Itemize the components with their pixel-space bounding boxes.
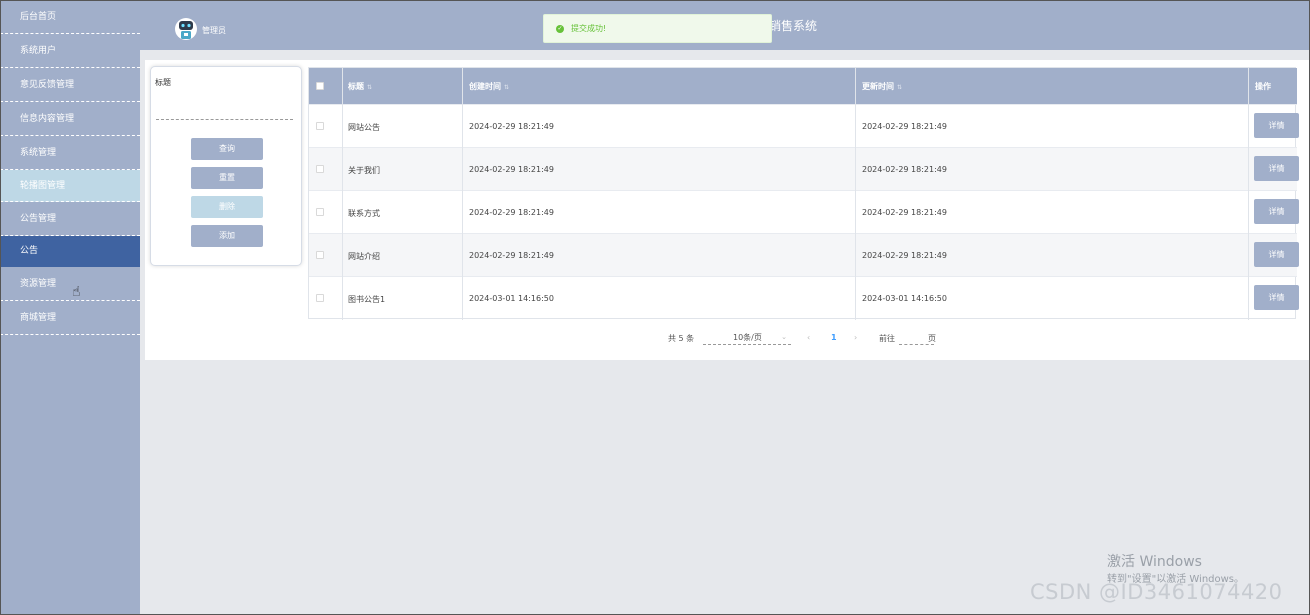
row-created: 2024-02-29 18:21:49 [469, 208, 554, 217]
page-number-current[interactable]: 1 [831, 333, 837, 342]
table-header: 标题 ⇅ 创建时间 ⇅ 更新时间 ⇅ 操作 [309, 68, 1297, 105]
table-row: 联系方式 2024-02-29 18:21:49 2024-02-29 18:2… [309, 190, 1299, 233]
row-created: 2024-03-01 14:16:50 [469, 294, 554, 303]
search-title-label: 标题 [155, 78, 171, 87]
row-checkbox[interactable] [316, 165, 324, 173]
row-checkbox[interactable] [316, 208, 324, 216]
windows-activate-title: 激活 Windows [1107, 554, 1202, 570]
toast-message: 提交成功! [571, 24, 607, 33]
goto-unit: 页 [928, 334, 936, 343]
row-updated: 2024-02-29 18:21:49 [862, 165, 947, 174]
search-card: 标题 查询 重置 删除 添加 [150, 66, 302, 266]
row-title: 网站介绍 [348, 252, 380, 261]
detail-button[interactable]: 详情 [1254, 113, 1299, 138]
pagination-total: 共 5 条 [668, 334, 695, 343]
delete-button[interactable]: 删除 [191, 196, 263, 218]
column-header-title[interactable]: 标题 ⇅ [348, 81, 372, 92]
system-title: 销售系统 [769, 19, 818, 33]
detail-button[interactable]: 详情 [1254, 242, 1299, 267]
reset-button[interactable]: 重置 [191, 167, 263, 189]
title-search-input[interactable] [156, 107, 293, 120]
detail-button[interactable]: 详情 [1254, 199, 1299, 224]
page-size-select[interactable]: 10条/页 ⌄ [703, 330, 791, 345]
csdn-watermark: CSDN @ID3461074420 [1030, 580, 1283, 604]
sidebar-item-feedback[interactable]: 意见反馈管理 [0, 68, 140, 102]
table-row: 图书公告1 2024-03-01 14:16:50 2024-03-01 14:… [309, 276, 1299, 319]
sort-icon[interactable]: ⇅ [897, 84, 902, 91]
row-checkbox[interactable] [316, 251, 324, 259]
sidebar-item-content[interactable]: 信息内容管理 [0, 102, 140, 136]
sidebar-item-notice-manage[interactable]: 公告管理 [0, 202, 140, 236]
row-created: 2024-02-29 18:21:49 [469, 122, 554, 131]
detail-button[interactable]: 详情 [1254, 156, 1299, 181]
row-created: 2024-02-29 18:21:49 [469, 165, 554, 174]
column-header-created[interactable]: 创建时间 ⇅ [469, 81, 509, 92]
next-page-button[interactable]: › [854, 333, 857, 342]
query-button[interactable]: 查询 [191, 138, 263, 160]
notice-table: 标题 ⇅ 创建时间 ⇅ 更新时间 ⇅ 操作 网站公告 2024-02-29 18:21… [308, 67, 1299, 320]
add-button[interactable]: 添加 [191, 225, 263, 247]
row-updated: 2024-02-29 18:21:49 [862, 251, 947, 260]
sidebar-item-resources[interactable]: 资源管理 [0, 267, 140, 301]
column-divider [855, 68, 856, 320]
detail-button[interactable]: 详情 [1254, 285, 1299, 310]
row-title: 联系方式 [348, 209, 380, 218]
goto-label: 前往 [879, 334, 895, 343]
sidebar-item-system[interactable]: 系统管理 [0, 136, 140, 170]
sort-icon[interactable]: ⇅ [504, 84, 509, 91]
table-row: 网站公告 2024-02-29 18:21:49 2024-02-29 18:2… [309, 104, 1299, 147]
chevron-down-icon: ⌄ [781, 333, 787, 341]
column-header-updated[interactable]: 更新时间 ⇅ [862, 81, 902, 92]
sidebar-item-home[interactable]: 后台首页 [0, 0, 140, 34]
sort-icon[interactable]: ⇅ [367, 84, 372, 91]
sidebar-item-notice[interactable]: 公告 [0, 236, 140, 267]
success-toast: ✓ 提交成功! [543, 14, 772, 43]
row-updated: 2024-02-29 18:21:49 [862, 122, 947, 131]
sidebar-item-mall[interactable]: 商城管理 [0, 301, 140, 335]
select-all-checkbox[interactable] [316, 82, 324, 90]
sidebar-item-system-users[interactable]: 系统用户 [0, 34, 140, 68]
table-row: 网站介绍 2024-02-29 18:21:49 2024-02-29 18:2… [309, 233, 1299, 276]
row-created: 2024-02-29 18:21:49 [469, 251, 554, 260]
row-updated: 2024-03-01 14:16:50 [862, 294, 947, 303]
row-title: 关于我们 [348, 166, 380, 175]
row-checkbox[interactable] [316, 122, 324, 130]
row-title: 网站公告 [348, 123, 380, 132]
row-title: 图书公告1 [348, 295, 386, 304]
column-divider [342, 68, 343, 320]
table-row: 关于我们 2024-02-29 18:21:49 2024-02-29 18:2… [309, 147, 1299, 190]
row-checkbox[interactable] [316, 294, 324, 302]
check-circle-icon: ✓ [556, 24, 564, 33]
sidebar-item-carousel[interactable]: 轮播图管理 [0, 170, 140, 202]
robot-avatar-icon[interactable] [175, 17, 197, 41]
row-updated: 2024-02-29 18:21:49 [862, 208, 947, 217]
hand-cursor-icon: ☝ [72, 284, 81, 300]
admin-label: 管理员 [202, 26, 226, 35]
column-header-action: 操作 [1255, 82, 1271, 91]
sidebar: 后台首页 系统用户 意见反馈管理 信息内容管理 系统管理 轮播图管理 公告管理 … [0, 0, 140, 615]
column-divider [462, 68, 463, 320]
column-divider [1248, 68, 1249, 320]
prev-page-button[interactable]: ‹ [807, 333, 810, 342]
